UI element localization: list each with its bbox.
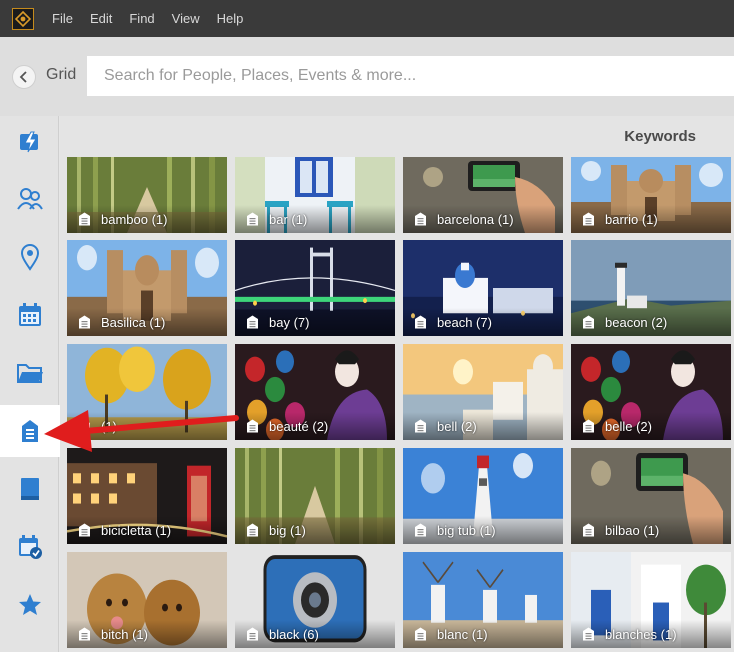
keyword-label: black (6): [269, 627, 319, 642]
map-pin-icon: [20, 244, 39, 271]
keyword-label: belle (2): [605, 419, 652, 434]
sidebar-item-instant-fix[interactable]: [0, 116, 59, 168]
lightning-photo-icon: [19, 131, 38, 153]
keyword-tile[interactable]: bay (7): [235, 240, 395, 336]
menu-help[interactable]: Help: [217, 11, 244, 26]
keyword-label: bell (2): [437, 419, 477, 434]
star-icon: [18, 594, 41, 615]
keyword-tile[interactable]: bell (2): [403, 344, 563, 440]
keyword-label: blanc (1): [437, 627, 488, 642]
calendar-check-icon: [18, 535, 42, 559]
annotation-arrow: [44, 410, 239, 452]
keyword-label: Basilica (1): [101, 315, 166, 330]
keyword-tag-icon: [247, 523, 258, 537]
keyword-tag-icon: [22, 420, 38, 442]
menu-view[interactable]: View: [172, 11, 200, 26]
keyword-tag-icon: [583, 523, 594, 537]
keyword-label: beauté (2): [269, 419, 329, 434]
keyword-tag-icon: [415, 523, 426, 537]
keyword-tile[interactable]: beauté (2): [235, 344, 395, 440]
keyword-label: beach (7): [437, 315, 492, 330]
sidebar-item-places[interactable]: [0, 231, 59, 283]
keyword-tile[interactable]: bamboo (1): [67, 157, 227, 233]
menu-bar: File Edit Find View Help: [0, 0, 734, 37]
calendar-icon: [18, 303, 41, 326]
keyword-label: big tub (1): [437, 523, 496, 538]
sidebar-item-people[interactable]: [0, 173, 59, 225]
album-icon: [20, 478, 39, 500]
sidebar-item-ratings[interactable]: [0, 579, 59, 631]
keyword-label: bay (7): [269, 315, 310, 330]
keyword-tag-icon: [415, 315, 426, 329]
keyword-tag-icon: [583, 627, 594, 641]
app-logo-icon: [12, 7, 34, 30]
keyword-label: big (1): [269, 523, 306, 538]
keyword-label: bamboo (1): [101, 212, 168, 227]
keyword-tag-icon: [415, 627, 426, 641]
back-button[interactable]: [12, 65, 36, 89]
keyword-tag-icon: [247, 419, 258, 433]
folder-icon: [16, 364, 43, 383]
keyword-tile[interactable]: bitch (1): [67, 552, 227, 648]
view-mode-label: Grid: [46, 66, 77, 83]
keyword-tag-icon: [79, 315, 90, 329]
keyword-tile[interactable]: bar (1): [235, 157, 395, 233]
keyword-tile[interactable]: barrio (1): [571, 157, 731, 233]
keyword-tile[interactable]: bilbao (1): [571, 448, 731, 544]
keyword-tile[interactable]: blanches (1): [571, 552, 731, 648]
menu-find[interactable]: Find: [129, 11, 154, 26]
search-input[interactable]: [87, 56, 734, 96]
keyword-label: bicicletta (1): [101, 523, 172, 538]
keyword-label: beacon (2): [605, 315, 668, 330]
keyword-tag-icon: [583, 315, 594, 329]
keyword-tile[interactable]: Basilica (1): [67, 240, 227, 336]
keyword-tag-icon: [79, 627, 90, 641]
keyword-tile[interactable]: black (6): [235, 552, 395, 648]
keyword-tag-icon: [583, 419, 594, 433]
sidebar: [0, 116, 60, 652]
section-title: Keywords: [624, 128, 696, 145]
keyword-tile[interactable]: bicicletta (1): [67, 448, 227, 544]
keyword-tile[interactable]: beach (7): [403, 240, 563, 336]
sidebar-item-albums[interactable]: [0, 463, 59, 515]
sidebar-item-saved-searches[interactable]: [0, 521, 59, 573]
menu-edit[interactable]: Edit: [90, 11, 112, 26]
keyword-tile[interactable]: big tub (1): [403, 448, 563, 544]
keyword-tile[interactable]: big (1): [235, 448, 395, 544]
keyword-tag-icon: [247, 627, 258, 641]
search-bar-row: Grid: [0, 37, 734, 116]
keyword-label: bitch (1): [101, 627, 148, 642]
keyword-label: barcelona (1): [437, 212, 514, 227]
keyword-label: bilbao (1): [605, 523, 660, 538]
keyword-tag-icon: [415, 212, 426, 226]
keyword-tag-icon: [247, 315, 258, 329]
keyword-tile[interactable]: belle (2): [571, 344, 731, 440]
keyword-label: bar (1): [269, 212, 308, 227]
menu-file[interactable]: File: [52, 11, 73, 26]
main-content: Keywords bamboo (1) bar (1) barcelona (1…: [60, 116, 734, 652]
people-icon: [16, 188, 43, 210]
keyword-tag-icon: [583, 212, 594, 226]
keyword-tag-icon: [415, 419, 426, 433]
keyword-label: barrio (1): [605, 212, 658, 227]
keyword-tile[interactable]: beacon (2): [571, 240, 731, 336]
chevron-left-icon: [19, 71, 27, 83]
keyword-label: blanches (1): [605, 627, 677, 642]
keyword-tag-icon: [79, 212, 90, 226]
keyword-tag-icon: [79, 523, 90, 537]
sidebar-item-events[interactable]: [0, 289, 59, 341]
keyword-tile[interactable]: barcelona (1): [403, 157, 563, 233]
keyword-tile[interactable]: blanc (1): [403, 552, 563, 648]
keyword-tag-icon: [247, 212, 258, 226]
sidebar-item-folders[interactable]: [0, 347, 59, 399]
